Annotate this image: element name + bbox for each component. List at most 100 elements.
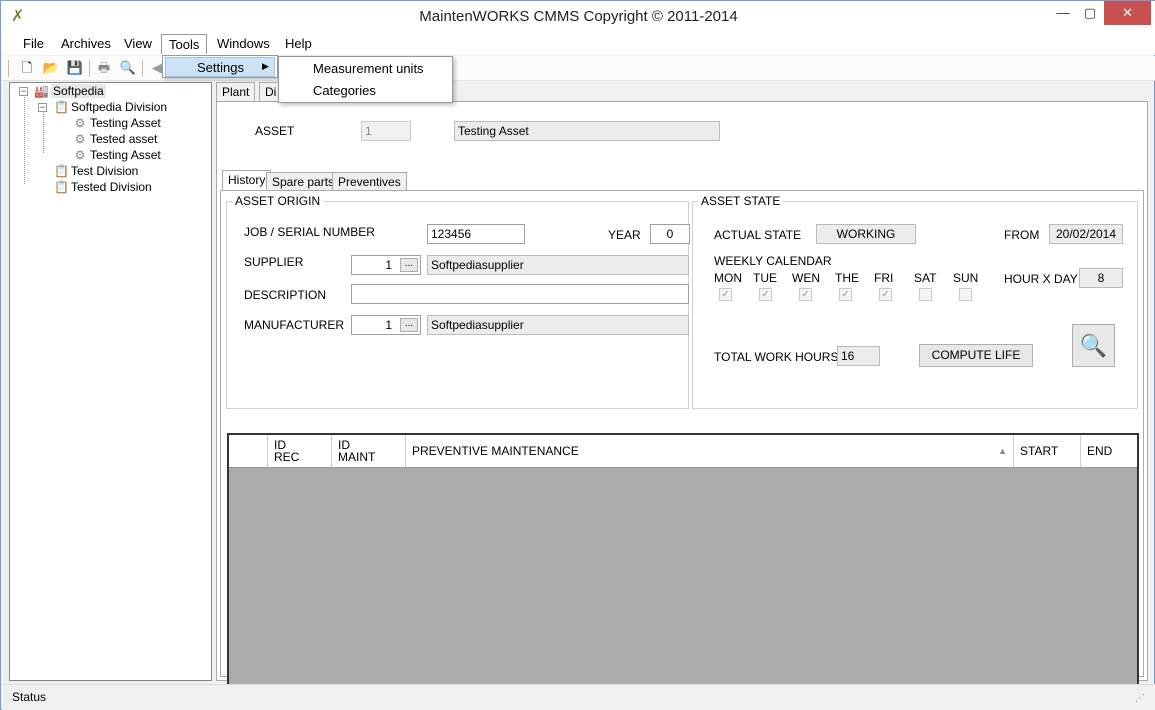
asset-tree[interactable]: − 🏭 Softpedia − 📋 Softpedia Division ⚙ Test… xyxy=(9,82,212,681)
tree-node-label: Tested asset xyxy=(90,132,158,146)
day-label-mon: MON xyxy=(714,271,742,285)
asset-panel: ASSET 1 Testing Asset History Spare part… xyxy=(216,101,1148,690)
day-label-sun: SUN xyxy=(953,271,979,285)
menu-help[interactable]: Help xyxy=(278,34,319,54)
from-date-field[interactable]: 20/02/2014 xyxy=(1049,224,1123,244)
supplier-browse-button[interactable]: ... xyxy=(400,258,418,272)
compute-life-button[interactable]: COMPUTE LIFE xyxy=(919,344,1033,367)
collapse-icon[interactable]: − xyxy=(38,103,47,112)
tree-node-asset[interactable]: ⚙ Testing Asset xyxy=(73,116,161,130)
main-area: Plant Di ASSET 1 Testing Asset History S… xyxy=(216,82,1148,690)
menu-item-settings[interactable]: Settings ▶ xyxy=(165,57,275,77)
tree-node-division[interactable]: 📋 Softpedia Division xyxy=(54,100,167,114)
grid-column-end[interactable]: END xyxy=(1081,435,1137,467)
year-label: YEAR xyxy=(608,228,641,242)
actual-state-field[interactable]: WORKING xyxy=(816,224,916,244)
column-label: REC xyxy=(274,450,300,464)
gear-icon: ⚙ xyxy=(74,132,86,146)
tab-preventives[interactable]: Preventives xyxy=(332,172,407,191)
tree-node-label: Softpedia Division xyxy=(71,100,168,114)
manufacturer-browse-button[interactable]: ... xyxy=(400,318,418,332)
clipboard-icon: 📋 xyxy=(54,180,69,194)
gear-icon: ⚙ xyxy=(74,148,86,162)
close-button[interactable]: ✕ xyxy=(1104,1,1151,25)
description-label: DESCRIPTION xyxy=(244,288,327,302)
collapse-icon[interactable]: − xyxy=(19,87,28,96)
manufacturer-name-field[interactable]: Softpediasupplier xyxy=(427,315,689,335)
factory-icon: 🏭 xyxy=(34,84,49,98)
tree-node-division[interactable]: 📋 Test Division xyxy=(54,164,138,178)
checkbox-fri[interactable]: ✓ xyxy=(879,288,892,301)
actual-state-label: ACTUAL STATE xyxy=(714,228,802,242)
year-input[interactable]: 0 xyxy=(650,224,690,244)
tree-node-label: Tested Division xyxy=(71,180,152,194)
serial-input[interactable]: 123456 xyxy=(427,224,525,244)
app-window: ✗ MaintenWORKS CMMS Copyright © 2011-201… xyxy=(0,0,1155,710)
description-input[interactable] xyxy=(351,284,689,304)
tree-node-asset[interactable]: ⚙ Testing Asset xyxy=(73,148,161,162)
total-work-hours-field[interactable]: 16 xyxy=(837,346,880,366)
tree-node-label: Testing Asset xyxy=(90,116,161,130)
grid-header: ID REC ID MAINT PREVENTIVE MAINTENANCE ▲… xyxy=(229,435,1137,468)
new-file-icon[interactable]: 🗋 xyxy=(17,59,37,77)
checkbox-the[interactable]: ✓ xyxy=(839,288,852,301)
search-icon[interactable]: 🔍 xyxy=(1072,324,1115,367)
tree-node-division[interactable]: 📋 Tested Division xyxy=(54,180,152,194)
supplier-name-field[interactable]: Softpediasupplier xyxy=(427,255,689,275)
hour-x-day-field[interactable]: 8 xyxy=(1079,268,1123,288)
day-label-sat: SAT xyxy=(914,271,937,285)
print-preview-icon[interactable]: 🔍 xyxy=(118,59,138,77)
tree-node-root[interactable]: 🏭 Softpedia xyxy=(34,84,106,98)
minimize-button[interactable]: — xyxy=(1049,1,1077,25)
menu-tools[interactable]: Tools xyxy=(161,34,208,54)
toolbar-separator xyxy=(142,60,143,77)
day-label-tue: TUE xyxy=(753,271,777,285)
menu-view[interactable]: View xyxy=(117,34,159,54)
grid-column-idrec[interactable]: ID REC xyxy=(268,435,332,467)
tab-plant[interactable]: Plant xyxy=(216,82,256,102)
checkbox-mon[interactable]: ✓ xyxy=(719,288,732,301)
menu-file[interactable]: File xyxy=(16,34,51,54)
grid-column-start[interactable]: START xyxy=(1014,435,1081,467)
status-text: Status xyxy=(12,690,47,704)
sort-ascending-icon: ▲ xyxy=(998,446,1007,456)
tree-node-asset[interactable]: ⚙ Tested asset xyxy=(73,132,158,146)
day-label-fri: FRI xyxy=(874,271,894,285)
menu-item-categories[interactable]: Categories xyxy=(313,83,376,98)
checkbox-sun[interactable] xyxy=(959,288,972,301)
clipboard-icon: 📋 xyxy=(54,100,69,114)
tree-line xyxy=(43,109,44,153)
menu-item-label: Settings xyxy=(197,60,244,75)
tab-spare-parts[interactable]: Spare parts xyxy=(266,172,341,191)
tools-dropdown: Settings ▶ xyxy=(162,55,278,78)
menu-archives[interactable]: Archives xyxy=(54,34,118,54)
serial-label: JOB / SERIAL NUMBER xyxy=(244,225,375,239)
menu-bar: File Archives View Tools Windows Help xyxy=(2,32,1155,55)
menu-windows[interactable]: Windows xyxy=(210,34,277,54)
settings-submenu: Measurement units Categories xyxy=(278,56,453,103)
manufacturer-label: MANUFACTURER xyxy=(244,318,345,332)
submenu-arrow-icon: ▶ xyxy=(262,61,269,71)
tab-history[interactable]: History xyxy=(222,170,272,191)
preventive-grid[interactable]: ID REC ID MAINT PREVENTIVE MAINTENANCE ▲… xyxy=(227,433,1139,690)
checkbox-sat[interactable] xyxy=(919,288,932,301)
grid-column-preventive[interactable]: PREVENTIVE MAINTENANCE ▲ xyxy=(406,435,1014,467)
resize-grip-icon[interactable]: ⋰ xyxy=(1135,693,1145,704)
status-bar: Status ⋰ xyxy=(2,684,1155,710)
weekly-calendar-label: WEEKLY CALENDAR xyxy=(714,254,832,268)
print-icon[interactable]: 🖶 xyxy=(94,59,114,77)
checkbox-wen[interactable]: ✓ xyxy=(799,288,812,301)
asset-origin-title: ASSET ORIGIN xyxy=(232,194,324,208)
grid-column-idmaint[interactable]: ID MAINT xyxy=(332,435,406,467)
maximize-button[interactable]: ▢ xyxy=(1076,1,1104,25)
menu-item-measurement-units[interactable]: Measurement units xyxy=(313,61,424,76)
save-icon[interactable]: 💾 xyxy=(65,59,85,77)
tree-node-label: Test Division xyxy=(71,164,139,178)
open-folder-icon[interactable]: 📂 xyxy=(41,59,61,77)
asset-name-field[interactable]: Testing Asset xyxy=(454,121,720,141)
asset-id-field[interactable]: 1 xyxy=(361,121,411,141)
column-label: MAINT xyxy=(338,450,376,464)
checkbox-tue[interactable]: ✓ xyxy=(759,288,772,301)
gear-icon: ⚙ xyxy=(74,116,86,130)
day-label-wen: WEN xyxy=(792,271,820,285)
